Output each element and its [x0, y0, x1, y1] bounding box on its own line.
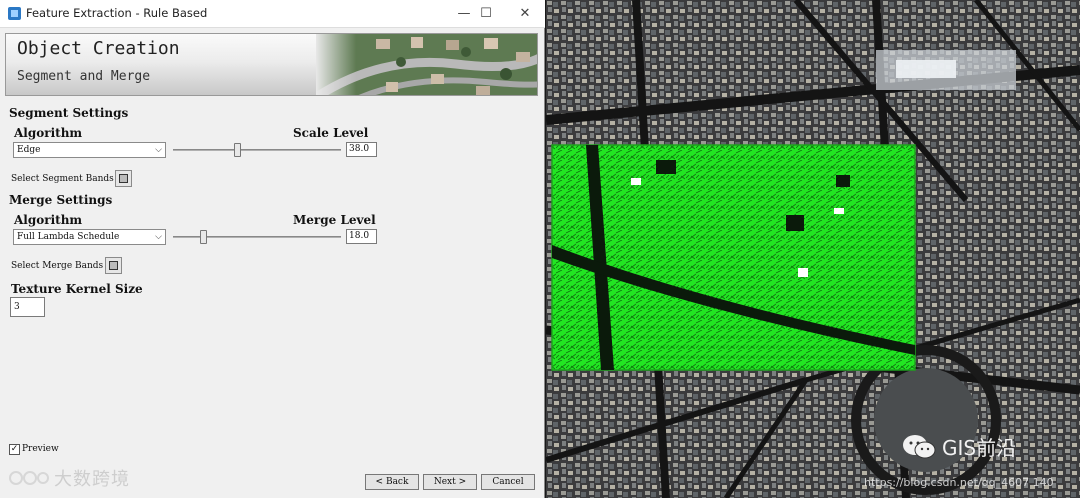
merge-level-slider-thumb[interactable]: [200, 230, 207, 244]
watermark-logo-icon: [9, 471, 49, 485]
segment-algorithm-select[interactable]: Edge ⌵: [13, 142, 166, 158]
scale-level-slider[interactable]: [173, 149, 341, 151]
segment-algorithm-label: Algorithm: [14, 126, 83, 140]
merge-level-label: Merge Level: [293, 213, 376, 227]
banner-title: Object Creation: [17, 38, 180, 59]
select-segment-bands-label: Select Segment Bands: [11, 174, 114, 184]
scale-level-input[interactable]: 38.0: [346, 142, 377, 157]
select-segment-bands-button[interactable]: [115, 170, 132, 187]
window-title: Feature Extraction - Rule Based: [26, 6, 208, 20]
chevron-down-icon: ⌵: [155, 232, 162, 242]
watermark-right-text: GIS前沿: [942, 436, 1017, 460]
watermark-url: https://blog.csdn.net/qq_4607 140: [864, 476, 1054, 489]
banner-subtitle: Segment and Merge: [17, 69, 151, 84]
step-banner: Object Creation Segment and Merge: [5, 33, 538, 96]
satellite-map-view[interactable]: GIS前沿 https://blog.csdn.net/qq_4607 140: [546, 0, 1080, 498]
maximize-button[interactable]: ☐: [472, 4, 500, 24]
merge-level-input[interactable]: 18.0: [346, 229, 377, 244]
chevron-down-icon: ⌵: [155, 145, 162, 155]
watermark-left-text: 大数跨境: [54, 469, 130, 490]
preview-label: Preview: [22, 444, 59, 454]
segment-settings-heading: Segment Settings: [9, 106, 129, 120]
scale-level-label: Scale Level: [293, 126, 369, 140]
cancel-button[interactable]: Cancel: [481, 474, 535, 490]
next-button[interactable]: Next >: [423, 474, 477, 490]
bands-icon: [109, 261, 118, 270]
merge-settings-heading: Merge Settings: [9, 193, 113, 207]
back-button[interactable]: < Back: [365, 474, 419, 490]
bands-icon: [119, 174, 128, 183]
texture-kernel-size-label: Texture Kernel Size: [11, 282, 143, 296]
select-merge-bands-label: Select Merge Bands: [11, 261, 104, 271]
merge-algorithm-label: Algorithm: [14, 213, 83, 227]
close-button[interactable]: ✕: [511, 4, 539, 24]
preview-checkbox[interactable]: ✓: [9, 444, 20, 455]
merge-algorithm-select[interactable]: Full Lambda Schedule ⌵: [13, 229, 166, 245]
select-merge-bands-button[interactable]: [105, 257, 122, 274]
watermark-left: 大数跨境: [8, 464, 130, 492]
title-bar: Feature Extraction - Rule Based — ☐ ✕: [0, 0, 545, 28]
wechat-icon: [903, 434, 936, 458]
segment-algorithm-value: Edge: [17, 145, 41, 155]
merge-level-slider[interactable]: [173, 236, 341, 238]
satellite-image: [546, 0, 1080, 498]
watermark-right: GIS前沿: [902, 432, 1016, 461]
texture-kernel-size-input[interactable]: 3: [10, 297, 45, 317]
merge-algorithm-value: Full Lambda Schedule: [17, 232, 120, 242]
feature-extraction-dialog: Feature Extraction - Rule Based — ☐ ✕ Ob…: [0, 0, 545, 498]
scale-level-slider-thumb[interactable]: [234, 143, 241, 157]
app-icon: [8, 7, 21, 20]
aerial-neighborhood-image: [316, 34, 537, 95]
